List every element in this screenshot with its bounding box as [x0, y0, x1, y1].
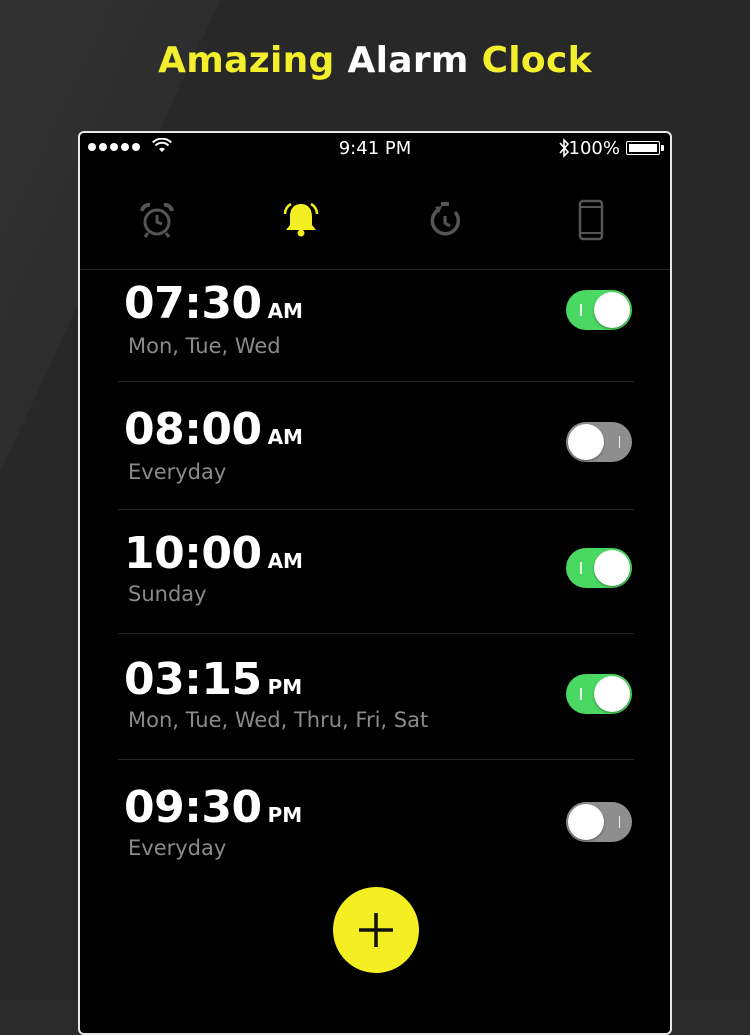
alarm-days: Mon, Tue, Wed, Thru, Fri, Sat: [128, 708, 429, 732]
battery-icon: [626, 141, 664, 155]
add-alarm-button[interactable]: [333, 887, 419, 973]
headline-clock: Clock: [481, 40, 592, 81]
alarm-toggle[interactable]: [566, 290, 632, 330]
alarm-toggle[interactable]: [566, 548, 632, 588]
alarm-days: Mon, Tue, Wed: [128, 334, 281, 358]
alarm-toggle[interactable]: [566, 802, 632, 842]
tab-phone[interactable]: [566, 195, 616, 245]
alarm-time: 08:00 AM: [124, 404, 303, 455]
phone-screen: 9:41 PM 100% 07:30 AM Mon, Tue, Wed 08:0…: [78, 131, 672, 1035]
timer-icon: [430, 202, 461, 236]
status-bar: 9:41 PM 100%: [80, 133, 670, 163]
tab-bar: [80, 195, 670, 255]
tab-bell[interactable]: [276, 195, 326, 245]
headline-amazing: Amazing: [158, 40, 335, 81]
alarm-time: 10:00 AM: [124, 528, 303, 579]
alarm-toggle[interactable]: [566, 674, 632, 714]
plus-icon: [359, 913, 393, 947]
alarm-clock-icon: [140, 202, 174, 238]
alarm-row-1[interactable]: 07:30 AM Mon, Tue, Wed: [118, 270, 634, 382]
alarm-row-2[interactable]: 08:00 AM Everyday: [118, 382, 634, 510]
alarm-days: Everyday: [128, 836, 227, 860]
headline: Amazing Alarm Clock: [0, 40, 750, 81]
bell-icon: [283, 202, 319, 237]
alarm-row-3[interactable]: 10:00 AM Sunday: [118, 510, 634, 634]
alarm-toggle[interactable]: [566, 422, 632, 462]
alarm-time: 03:15 PM: [124, 654, 303, 705]
headline-alarm: Alarm: [347, 40, 469, 81]
battery-percent: 100%: [568, 138, 620, 159]
phone-icon: [578, 199, 604, 241]
alarm-days: Everyday: [128, 460, 227, 484]
alarm-time: 07:30 AM: [124, 278, 303, 329]
alarm-days: Sunday: [128, 582, 207, 606]
alarm-time: 09:30 PM: [124, 782, 303, 833]
tab-alarm-clock[interactable]: [132, 195, 182, 245]
tab-timer[interactable]: [420, 195, 470, 245]
alarm-row-5[interactable]: 09:30 PM Everyday: [118, 760, 634, 870]
alarm-row-4[interactable]: 03:15 PM Mon, Tue, Wed, Thru, Fri, Sat: [118, 634, 634, 760]
